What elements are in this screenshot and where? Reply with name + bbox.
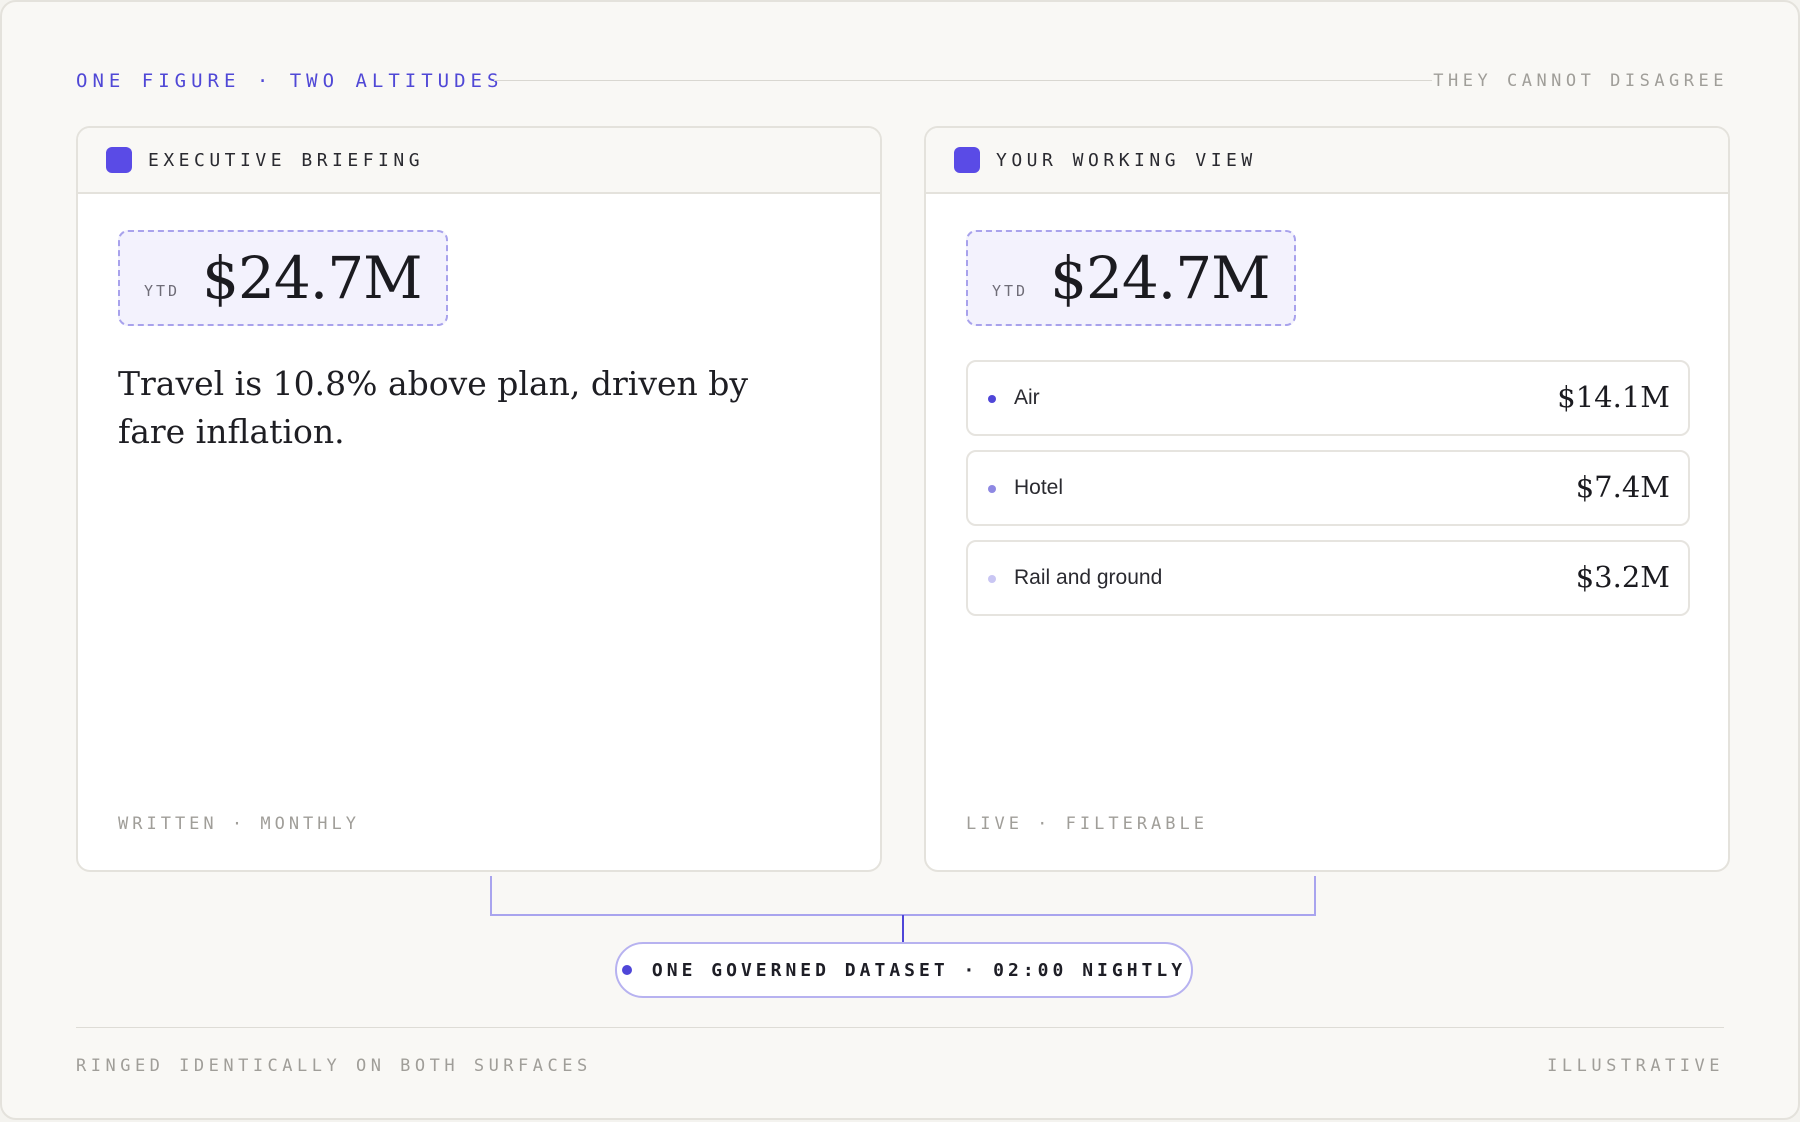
- category-dot-icon: [988, 575, 996, 583]
- kpi-label: YTD: [992, 282, 1029, 300]
- panel-color-swatch: [954, 147, 980, 173]
- figure-caption: THEY CANNOT DISAGREE: [1433, 71, 1728, 91]
- category-dot-icon: [988, 395, 996, 403]
- panel-header: EXECUTIVE BRIEFING: [78, 128, 880, 194]
- panel-footer: WRITTEN · MONTHLY: [118, 814, 360, 834]
- footer-divider: [76, 1027, 1724, 1028]
- panel-title: EXECUTIVE BRIEFING: [148, 150, 425, 171]
- briefing-narrative: Travel is 10.8% above plan, driven by fa…: [118, 364, 749, 451]
- spend-breakdown-list: Air $14.1M Hotel $7.4M Rail and ground $…: [966, 360, 1690, 630]
- footer-note: RINGED IDENTICALLY ON BOTH SURFACES: [76, 1056, 592, 1076]
- breakdown-row-air[interactable]: Air $14.1M: [966, 360, 1690, 436]
- connector-bracket: [490, 876, 1316, 916]
- panel-footer: LIVE · FILTERABLE: [966, 814, 1208, 834]
- category-value: $3.2M: [1575, 560, 1670, 594]
- panel-color-swatch: [106, 147, 132, 173]
- category-label: Air: [1014, 386, 1040, 409]
- panel-title: YOUR WORKING VIEW: [996, 150, 1257, 171]
- panel-header: YOUR WORKING VIEW: [926, 128, 1728, 194]
- footer-tag: ILLUSTRATIVE: [1547, 1056, 1724, 1076]
- dataset-pill-label: ONE GOVERNED DATASET · 02:00 NIGHTLY: [651, 959, 1187, 981]
- figure-frame: ONE FIGURE · TWO ALTITUDES THEY CANNOT D…: [0, 0, 1800, 1120]
- breakdown-row-rail-and-ground[interactable]: Rail and ground $3.2M: [966, 540, 1690, 616]
- kpi-label: YTD: [144, 282, 181, 300]
- category-label: Rail and ground: [1014, 566, 1163, 589]
- ytd-kpi-card: YTD $24.7M: [118, 230, 448, 326]
- dataset-pill: ONE GOVERNED DATASET · 02:00 NIGHTLY: [615, 942, 1193, 998]
- figure-title: ONE FIGURE · TWO ALTITUDES: [76, 70, 504, 92]
- kpi-value: $24.7M: [1050, 244, 1270, 312]
- category-label: Hotel: [1014, 476, 1064, 499]
- kpi-value: $24.7M: [202, 244, 422, 312]
- category-value: $7.4M: [1575, 470, 1670, 504]
- working-view-panel: YOUR WORKING VIEW YTD $24.7M Air $14.1M …: [924, 126, 1730, 872]
- category-value: $14.1M: [1557, 380, 1670, 414]
- status-dot-icon: [621, 965, 632, 975]
- ytd-kpi-card: YTD $24.7M: [966, 230, 1296, 326]
- executive-briefing-panel: EXECUTIVE BRIEFING YTD $24.7M Travel is …: [76, 126, 882, 872]
- breakdown-row-hotel[interactable]: Hotel $7.4M: [966, 450, 1690, 526]
- header-divider: [494, 80, 1432, 81]
- figure-header: ONE FIGURE · TWO ALTITUDES THEY CANNOT D…: [76, 68, 1728, 94]
- category-dot-icon: [988, 485, 996, 493]
